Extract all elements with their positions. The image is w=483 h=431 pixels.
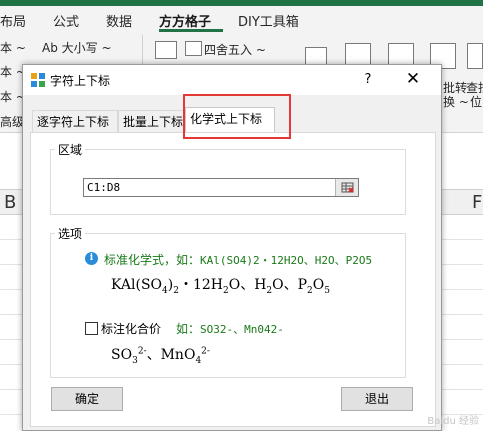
- charge-checkbox[interactable]: [85, 322, 98, 335]
- case-button[interactable]: Ab 大小写 ~: [42, 39, 112, 56]
- active-tab-underline: [159, 29, 223, 32]
- close-button[interactable]: ✕: [395, 68, 431, 92]
- find-icon[interactable]: [467, 43, 483, 69]
- ribbon-left-label-4[interactable]: 高级: [0, 113, 24, 130]
- range-input[interactable]: C1:D8: [83, 178, 359, 197]
- help-button[interactable]: ?: [353, 68, 383, 92]
- charge-preview: SO32-、MnO42-: [111, 346, 210, 366]
- ribbon-tab-layout[interactable]: 布局: [0, 11, 26, 30]
- region-group: 区域 C1:D8: [50, 141, 406, 215]
- column-header-f[interactable]: F: [472, 192, 482, 213]
- ribbon-tab-formulas[interactable]: 公式: [53, 11, 79, 30]
- standard-formula-label: 标准化学式，如：KAl(SO4)2・12H2O、H2O、P2O5: [104, 253, 373, 267]
- convert-label-2[interactable]: 换 ~: [443, 93, 469, 110]
- info-icon: i: [85, 252, 98, 265]
- dialog-title: 字符上下标: [50, 74, 111, 88]
- tab-per-character[interactable]: 逐字符上下标: [32, 110, 118, 134]
- ribbon-tabs: 布局 公式 数据 方方格子 DIY工具箱: [0, 6, 483, 33]
- subscript-superscript-dialog: 字符上下标 ? ✕ 逐字符上下标 批量上下标 化学式上下标 区域 C1:D8 选…: [22, 64, 442, 431]
- grid-icon[interactable]: [185, 41, 202, 56]
- dialog-titlebar[interactable]: 字符上下标 ? ✕: [23, 65, 441, 95]
- formula-icon[interactable]: [155, 41, 177, 59]
- tab-panel: 区域 C1:D8 选项 i 标准化学式，如：KAl(SO4)2・12H2O、H2…: [30, 132, 436, 427]
- watermark: Baidu 经验: [427, 416, 479, 427]
- tab-highlight-annotation: [183, 94, 291, 139]
- find-label-2[interactable]: 位: [470, 93, 482, 110]
- ribbon-tab-data[interactable]: 数据: [106, 11, 132, 30]
- ok-button[interactable]: 确定: [51, 387, 123, 411]
- ribbon-tab-diy-toolbox[interactable]: DIY工具箱: [238, 11, 299, 30]
- charge-example: 如：SO32-、Mn042-: [176, 322, 284, 336]
- standard-formula-preview: KAl(SO4)2・12H2O、H2O、P2O5: [111, 277, 330, 296]
- round-button[interactable]: 四舍五入 ~: [204, 41, 266, 58]
- range-select-icon: [341, 182, 354, 193]
- region-label: 区域: [55, 141, 86, 158]
- ribbon-left-label-1[interactable]: 本 ~: [0, 39, 26, 56]
- tab-batch[interactable]: 批量上下标: [118, 110, 184, 134]
- exit-button[interactable]: 退出: [341, 387, 413, 411]
- column-header-b[interactable]: B: [4, 192, 16, 213]
- app-icon: [31, 73, 45, 87]
- options-group: 选项 i 标准化学式，如：KAl(SO4)2・12H2O、H2O、P2O5 KA…: [50, 225, 406, 378]
- options-label: 选项: [55, 225, 86, 242]
- range-select-button[interactable]: [335, 179, 358, 196]
- ribbon-tab-fangfange[interactable]: 方方格子: [159, 11, 211, 30]
- charge-label[interactable]: 标注化合价: [101, 320, 161, 337]
